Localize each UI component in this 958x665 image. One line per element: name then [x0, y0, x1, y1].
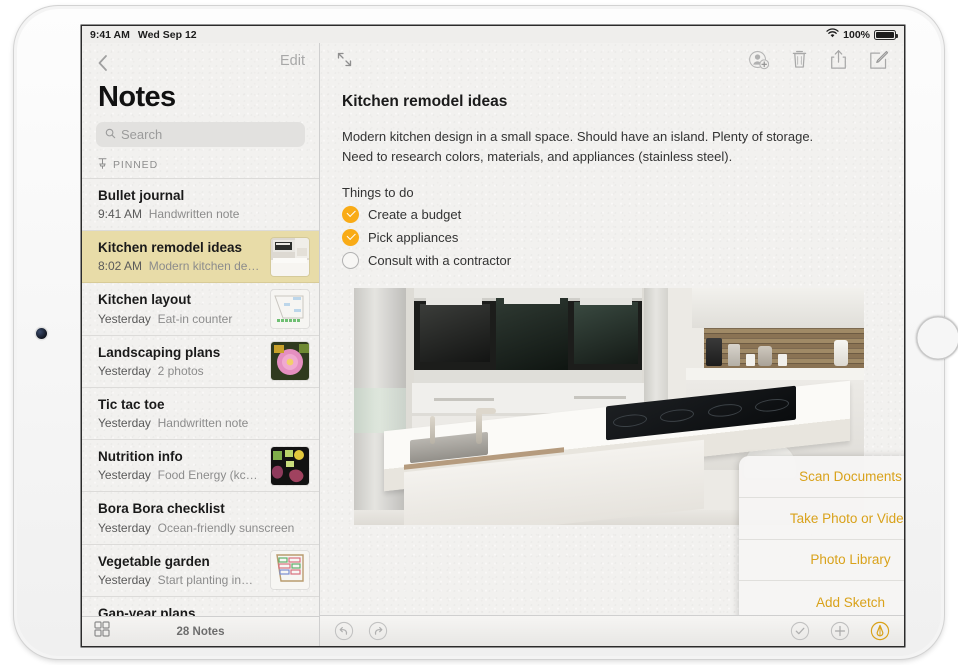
add-person-icon[interactable] — [748, 49, 770, 75]
back-chevron-icon[interactable] — [96, 54, 110, 71]
note-toolbar-actions — [748, 49, 889, 75]
note-item-time: 8:02 AM — [98, 259, 143, 274]
status-bar: 9:41 AM Wed Sep 12 100% — [82, 26, 904, 43]
note-list-item[interactable]: Tic tac toe Yesterday Handwritten note — [82, 388, 319, 441]
todo-list: Create a budget Pick appliances Consult wi… — [342, 205, 882, 269]
markup-pen-icon[interactable] — [870, 621, 890, 641]
note-item-preview: Handwritten note — [148, 207, 240, 222]
status-date: Wed Sep 12 — [137, 28, 197, 41]
checkbox-empty-icon[interactable] — [342, 251, 359, 269]
ipad-screen: 9:41 AM Wed Sep 12 100% Edit Notes Searc… — [82, 26, 904, 646]
todo-item[interactable]: Create a budget — [342, 205, 882, 223]
notes-sidebar: Edit Notes Search PINNED Bullet journal 9… — [82, 43, 320, 646]
note-item-time: 9:41 AM — [98, 207, 143, 222]
note-item-preview: Start planting in… — [157, 572, 253, 587]
note-paragraph: Modern kitchen design in a small space. … — [342, 129, 814, 164]
note-list-item[interactable]: Vegetable garden Yesterday Start planting… — [82, 545, 319, 597]
search-icon — [105, 126, 116, 144]
compose-icon[interactable] — [869, 50, 889, 75]
note-item-preview: Food Energy (kc… — [157, 468, 258, 483]
note-item-title: Bora Bora checklist — [98, 501, 225, 517]
todo-item[interactable]: Pick appliances — [342, 228, 882, 246]
search-container: Search — [82, 122, 319, 155]
todo-item[interactable]: Consult with a contractor — [342, 251, 882, 269]
status-bar-left: 9:41 AM Wed Sep 12 — [90, 29, 197, 41]
note-item-thumbnail — [271, 342, 309, 381]
checklist-icon[interactable] — [790, 621, 810, 641]
note-item-thumbnail — [271, 551, 309, 590]
redo-icon[interactable] — [368, 621, 388, 641]
pinned-section-header: PINNED — [82, 155, 319, 179]
status-time: 9:41 AM — [90, 28, 130, 41]
sidebar-nav-bar: Edit — [82, 43, 319, 79]
notes-count-label: 28 Notes — [176, 625, 225, 638]
trash-icon[interactable] — [791, 49, 808, 75]
note-list-item[interactable]: Kitchen layout Yesterday Eat-in counter — [82, 283, 319, 336]
note-item-preview: Handwritten note — [157, 416, 249, 431]
note-list-item[interactable]: Landscaping plans Yesterday 2 photos — [82, 336, 319, 388]
note-item-preview: Ocean-friendly sunscreen — [157, 520, 295, 535]
note-list: Bullet journal 9:41 AM Handwritten note Ki… — [82, 179, 319, 646]
note-item-thumbnail — [271, 290, 309, 329]
note-list-item[interactable]: Bullet journal 9:41 AM Handwritten note — [82, 179, 319, 232]
note-item-meta: 9:41 AM Handwritten note — [98, 207, 305, 221]
pinned-label: PINNED — [113, 159, 159, 171]
note-item-time: Yesterday — [98, 468, 151, 483]
expand-collapse-icon[interactable] — [336, 51, 353, 73]
pin-icon — [98, 158, 107, 172]
note-actions-group — [790, 621, 890, 641]
note-item-thumbnail — [271, 237, 309, 276]
attachment-popup-menu: Scan Documents Take Photo or Video Photo L… — [739, 456, 904, 623]
share-icon[interactable] — [830, 49, 847, 75]
note-item-preview: 2 photos — [157, 363, 204, 378]
search-input[interactable]: Search — [96, 122, 305, 147]
note-item-meta: Yesterday Ocean-friendly sunscreen — [98, 521, 305, 535]
note-toolbar — [320, 43, 904, 81]
wifi-icon — [826, 28, 839, 41]
battery-full-icon — [874, 29, 898, 40]
note-item-time: Yesterday — [98, 572, 151, 587]
status-bar-right: 100% — [826, 28, 898, 41]
popup-menu-item[interactable]: Scan Documents — [739, 456, 904, 498]
todo-section-label: Things to do — [342, 184, 414, 200]
note-item-meta: Yesterday Handwritten note — [98, 416, 305, 430]
undo-redo-group — [334, 621, 388, 641]
note-heading: Kitchen remodel ideas — [342, 93, 508, 110]
front-camera-icon — [36, 328, 47, 339]
undo-icon[interactable] — [334, 621, 354, 641]
add-attachment-icon[interactable] — [830, 621, 850, 641]
note-item-time: Yesterday — [98, 520, 151, 535]
checkbox-checked-icon[interactable] — [342, 228, 359, 246]
todo-item-label: Pick appliances — [368, 229, 459, 245]
popup-menu-item[interactable]: Take Photo or Video — [739, 498, 904, 540]
note-item-thumbnail — [271, 446, 309, 485]
page-title: Notes — [98, 81, 176, 113]
sidebar-bottom-bar: 28 Notes — [82, 616, 319, 646]
note-item-time: Yesterday — [98, 363, 151, 378]
note-item-time: Yesterday — [98, 416, 151, 431]
note-list-item[interactable]: Bora Bora checklist Yesterday Ocean-frien… — [82, 492, 319, 545]
todo-item-label: Create a budget — [368, 206, 462, 222]
home-button[interactable] — [916, 316, 958, 360]
ipad-device-frame: 9:41 AM Wed Sep 12 100% Edit Notes Searc… — [14, 6, 958, 659]
note-list-item[interactable]: Kitchen remodel ideas 8:02 AM Modern kitc… — [82, 231, 319, 284]
note-item-title: Bullet journal — [98, 188, 185, 203]
note-list-item[interactable]: Nutrition info Yesterday Food Energy (kc… — [82, 440, 319, 493]
note-item-time: Yesterday — [98, 311, 151, 326]
todo-item-label: Consult with a contractor — [368, 252, 512, 268]
checkbox-checked-icon[interactable] — [342, 205, 359, 223]
note-item-title: Tic tac toe — [98, 396, 165, 412]
popup-menu-item[interactable]: Photo Library — [739, 540, 904, 582]
edit-button[interactable]: Edit — [280, 53, 305, 69]
battery-percent: 100% — [843, 28, 870, 41]
note-item-preview: Modern kitchen de… — [148, 259, 260, 274]
note-item-preview: Eat-in counter — [157, 311, 233, 326]
search-placeholder: Search — [121, 127, 163, 142]
note-bottom-toolbar — [320, 615, 904, 646]
note-content[interactable]: Kitchen remodel ideas Modern kitchen des… — [320, 81, 904, 269]
